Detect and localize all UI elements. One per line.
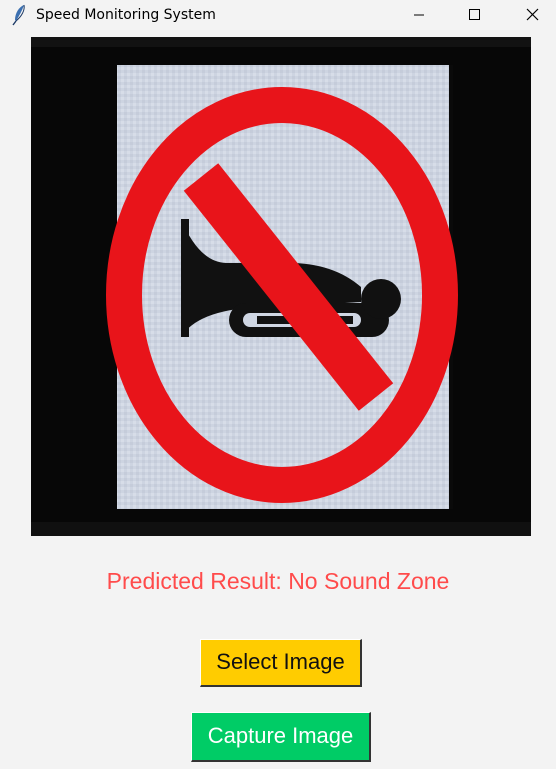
feather-icon <box>10 4 30 26</box>
minimize-button[interactable] <box>396 0 442 30</box>
select-image-button[interactable]: Select Image <box>200 639 362 687</box>
image-preview <box>31 37 531 536</box>
close-button[interactable] <box>506 0 552 30</box>
capture-image-button[interactable]: Capture Image <box>191 712 371 762</box>
maximize-icon <box>469 9 480 20</box>
title-bar: Speed Monitoring System <box>0 0 556 30</box>
maximize-button[interactable] <box>451 0 497 30</box>
window-title: Speed Monitoring System <box>36 7 216 23</box>
no-horn-sign-image <box>31 37 531 536</box>
close-icon <box>526 8 539 21</box>
minimize-icon <box>414 14 424 16</box>
predicted-result: Predicted Result: No Sound Zone <box>106 568 450 594</box>
